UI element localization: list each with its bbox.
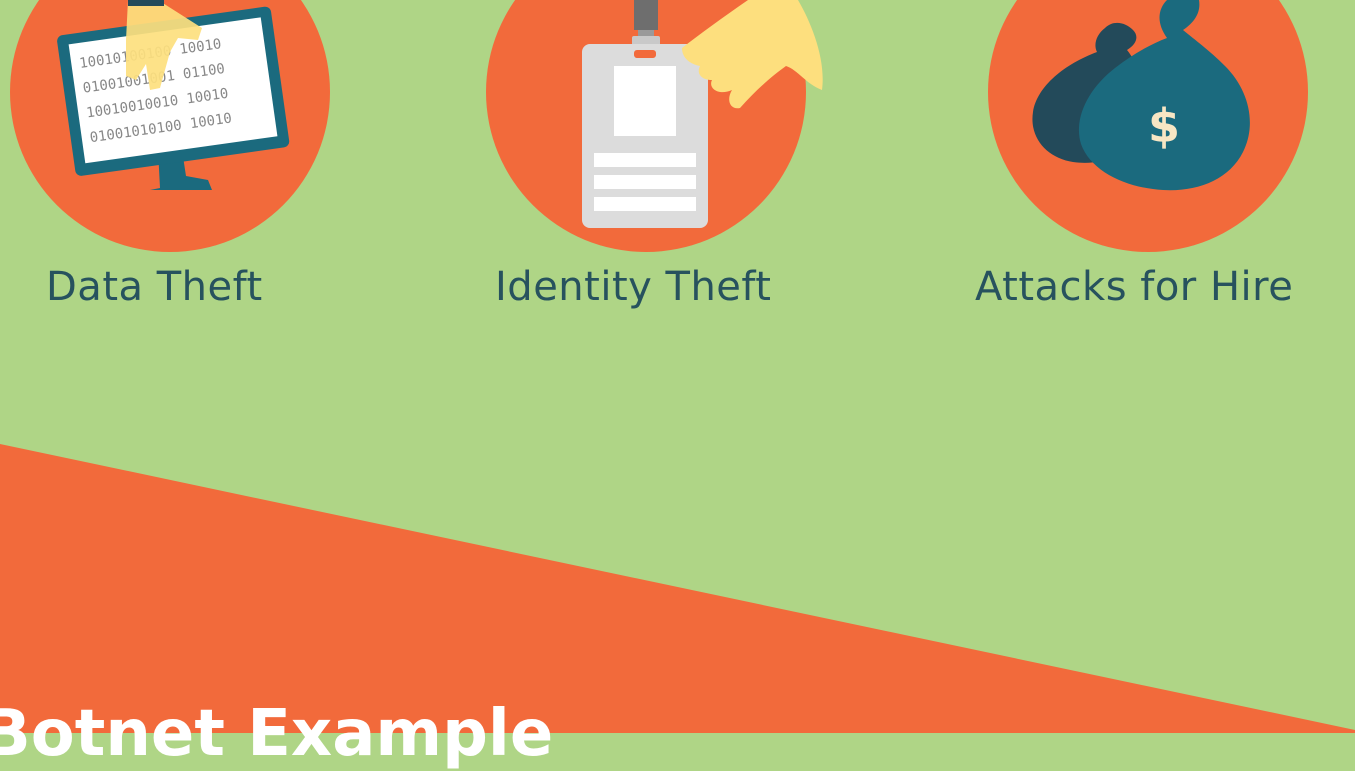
identity-theft-card (486, 0, 831, 256)
attacks-for-hire-label: Attacks for Hire (975, 264, 1294, 310)
dollar-sign: $ (1148, 99, 1180, 153)
attacks-for-hire-card: $ (987, 0, 1309, 256)
money-bag-icon: $ (988, 0, 1308, 252)
id-badge-hand-icon (486, 0, 823, 252)
identity-theft-label: Identity Theft (495, 264, 772, 310)
monitor-binary-hand-icon: 10010100100 10010 01001001001 01100 1001… (10, 0, 330, 252)
data-theft-label: Data Theft (46, 264, 263, 310)
data-theft-card: 10010100100 10010 01001001001 01100 1001… (10, 0, 332, 256)
section-title: Botnet Example (0, 697, 554, 771)
